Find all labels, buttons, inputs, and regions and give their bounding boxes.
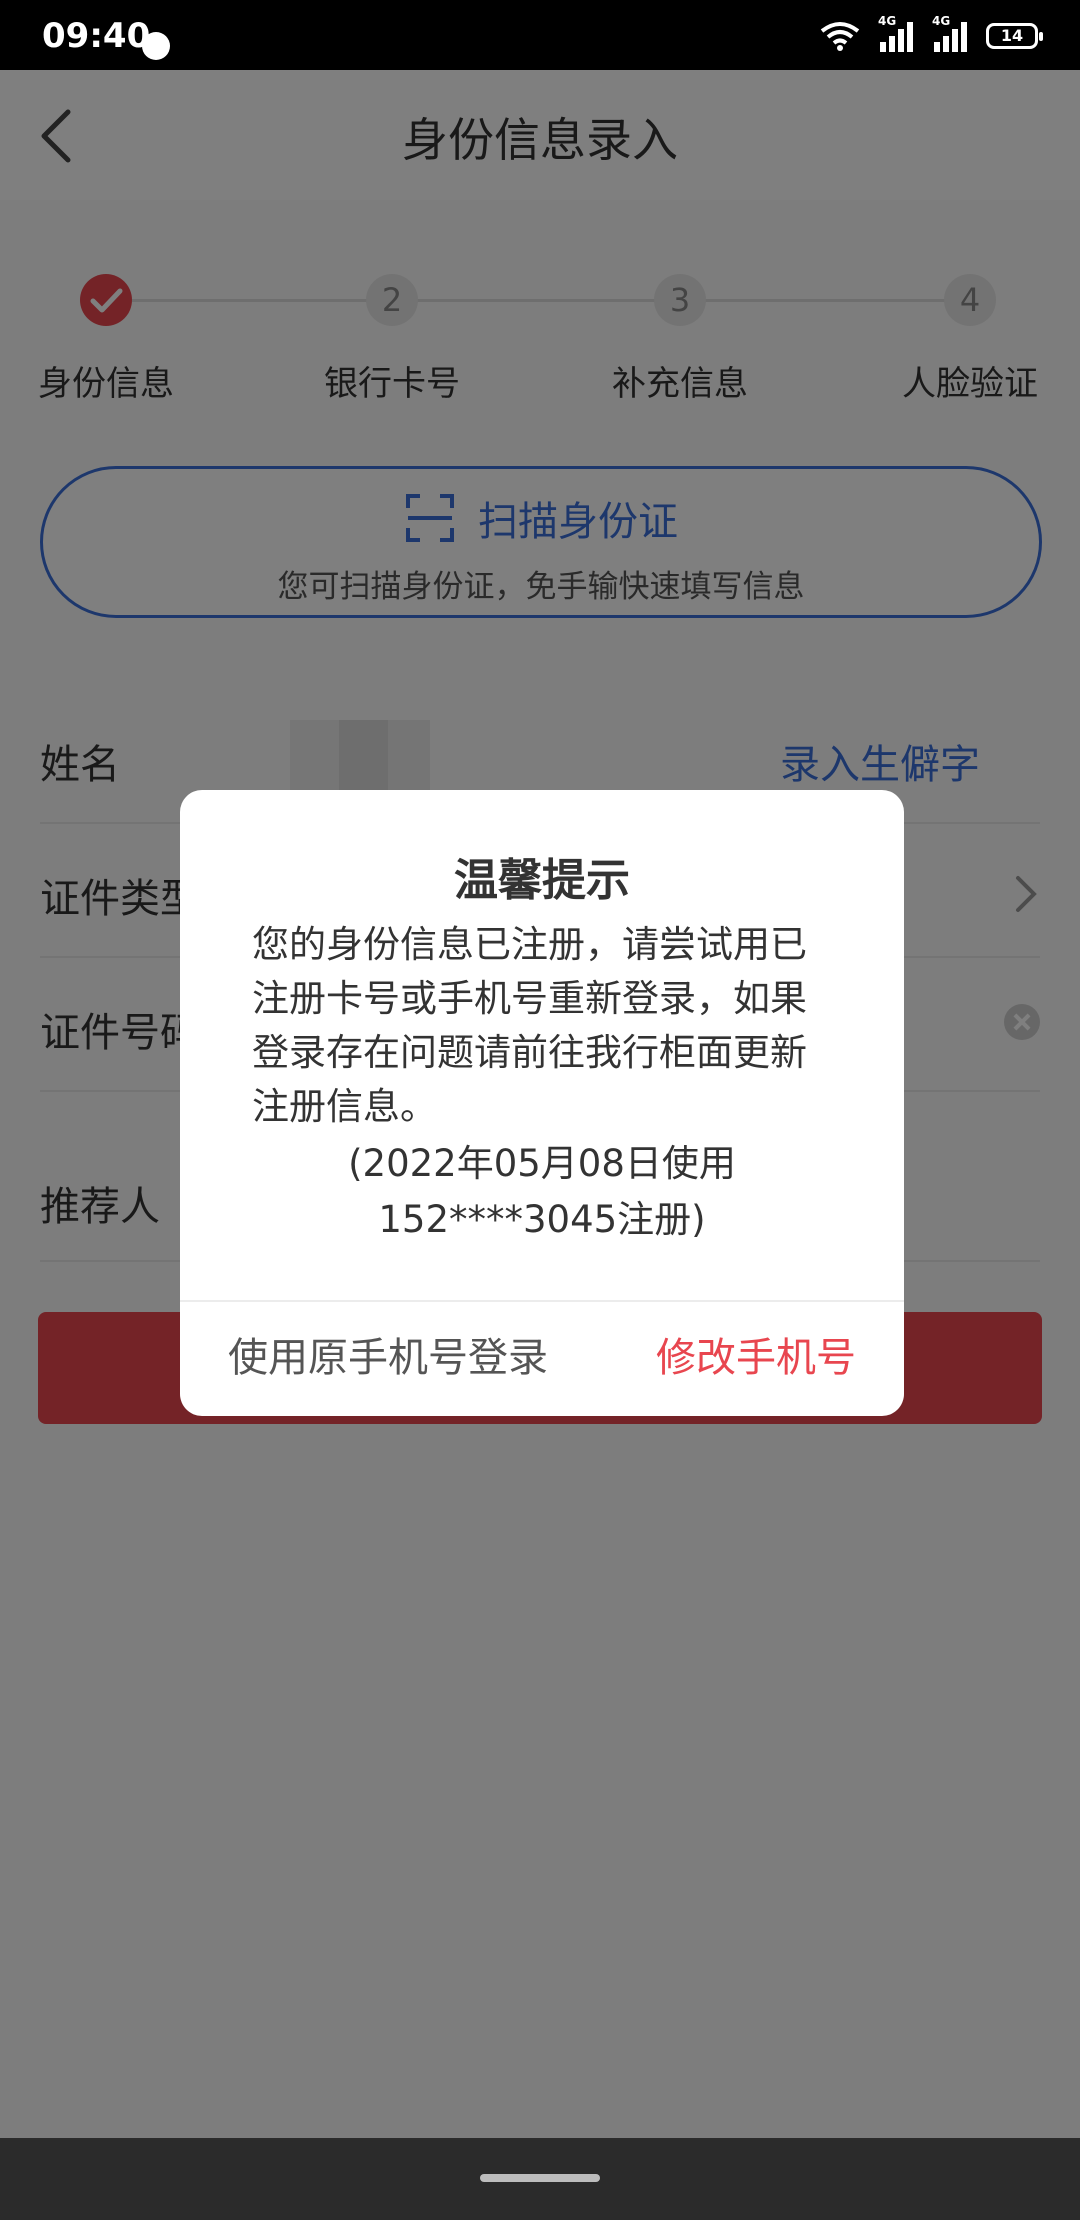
- home-gesture-handle[interactable]: [480, 2174, 600, 2182]
- status-bar: 09:40 4G 4G 14: [0, 0, 1080, 70]
- signal-bars-icon: [880, 22, 913, 52]
- change-phone-button[interactable]: 修改手机号: [656, 1300, 856, 1416]
- message-notification-icon: [142, 32, 170, 60]
- status-time: 09:40: [42, 16, 151, 56]
- system-navigation-bar: [0, 2138, 1080, 2220]
- registration-date-line: (2022年05月08日使用: [348, 1142, 736, 1185]
- dialog-title: 温馨提示: [454, 855, 630, 906]
- wifi-icon: [820, 22, 860, 51]
- notice-dialog: 温馨提示 您的身份信息已注册，请尝试用已注册卡号或手机号重新登录，如果登录存在问…: [180, 790, 904, 1416]
- dialog-message: 您的身份信息已注册，请尝试用已注册卡号或手机号重新登录，如果登录存在问题请前往我…: [252, 923, 807, 1128]
- dialog-registration-note: (2022年05月08日使用 152****3045注册): [180, 1136, 904, 1248]
- registration-phone-line: 152****3045注册): [378, 1198, 706, 1241]
- status-icons: 4G 4G 14: [820, 14, 1043, 52]
- cellular-signal-2: 4G: [932, 14, 968, 52]
- signal-bars-icon: [934, 22, 967, 52]
- battery-icon: 14: [986, 23, 1043, 49]
- cellular-signal-1: 4G: [878, 14, 914, 52]
- login-with-original-phone-button[interactable]: 使用原手机号登录: [228, 1300, 548, 1416]
